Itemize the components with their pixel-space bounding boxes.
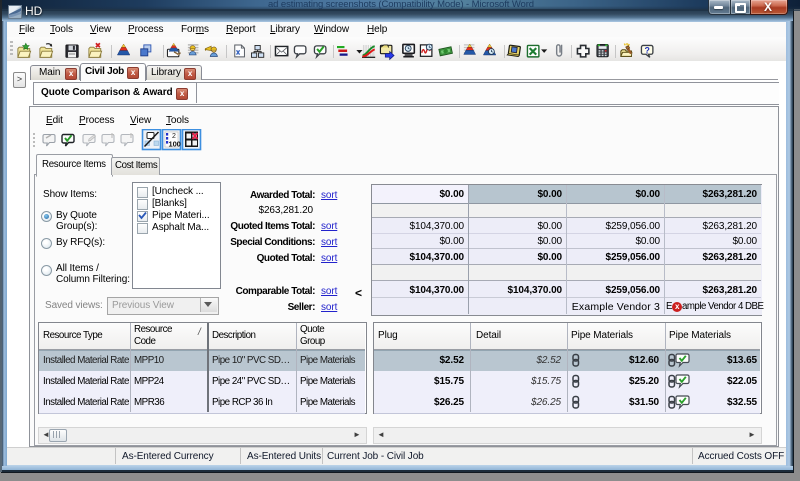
svg-text:100: 100 — [169, 140, 181, 149]
svg-text:?: ? — [645, 45, 650, 55]
